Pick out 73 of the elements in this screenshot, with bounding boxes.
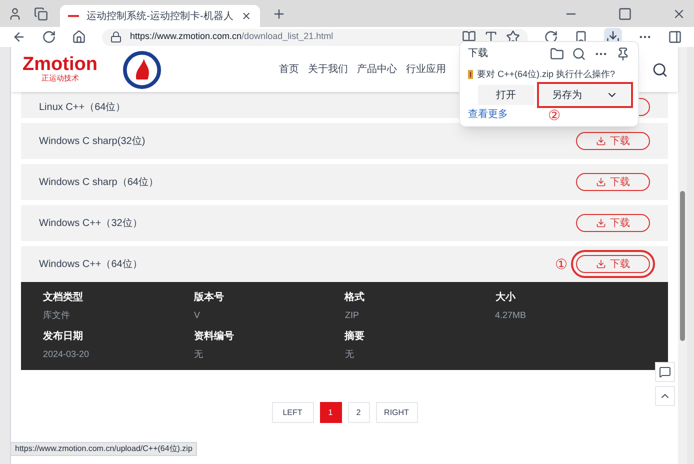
maximize-icon[interactable] bbox=[618, 6, 632, 20]
download-row[interactable]: Windows C sharp(32位) 下载 bbox=[21, 123, 668, 159]
detail-value: 2024-03-20 bbox=[43, 348, 90, 362]
download-row-expanded[interactable]: Windows C++（64位） ① 下载 bbox=[21, 246, 668, 282]
home-icon[interactable] bbox=[72, 30, 86, 44]
new-tab-icon[interactable] bbox=[272, 6, 286, 20]
detail-label: 发布日期 bbox=[43, 330, 84, 344]
download-row[interactable]: Windows C++（32位） 下载 bbox=[21, 205, 668, 241]
reader-icon[interactable] bbox=[462, 30, 476, 44]
search-icon[interactable] bbox=[572, 46, 586, 60]
page-button[interactable]: RIGHT bbox=[376, 402, 418, 423]
detail-value: 4.27MB bbox=[495, 310, 528, 322]
close-icon[interactable] bbox=[241, 10, 252, 22]
file-name: Linux C++（64位） bbox=[39, 100, 126, 114]
page-button[interactable]: 1 bbox=[320, 402, 342, 423]
open-button[interactable]: 打开 bbox=[478, 85, 534, 105]
file-name: Windows C++（64位） bbox=[39, 258, 142, 272]
detail-label: 格式 bbox=[344, 290, 366, 305]
nav-link[interactable]: 首页 bbox=[279, 62, 299, 77]
popup-title: 下载 bbox=[468, 46, 489, 61]
download-button[interactable]: 下载 bbox=[576, 214, 650, 232]
refresh-icon[interactable] bbox=[42, 30, 56, 44]
file-name: Windows C++（32位） bbox=[39, 216, 142, 230]
pin-icon[interactable] bbox=[616, 46, 630, 60]
nav-link[interactable]: 产品中心 bbox=[357, 62, 397, 77]
detail-value: 库文件 bbox=[43, 310, 71, 322]
page-button[interactable]: LEFT bbox=[272, 402, 314, 423]
nav-link[interactable]: 行业应用 bbox=[406, 62, 446, 77]
back-to-top-button[interactable] bbox=[655, 386, 675, 406]
status-url: https://www.zmotion.com.cn/upload/C++(64位).zip bbox=[10, 442, 198, 456]
detail-label: 文档类型 bbox=[43, 290, 84, 305]
detail-value: 无 bbox=[344, 348, 355, 362]
sync-icon[interactable] bbox=[544, 30, 558, 44]
chat-button[interactable] bbox=[655, 362, 675, 382]
detail-label: 摘要 bbox=[344, 329, 366, 344]
download-icon bbox=[596, 218, 606, 228]
archive-icon bbox=[468, 70, 473, 79]
profile-icon[interactable] bbox=[8, 6, 22, 20]
detail-value: ZIP bbox=[344, 310, 360, 322]
download-button[interactable]: 下载 bbox=[576, 173, 650, 191]
url-text: https://www.zmotion.com.cn/download_list_21.html bbox=[130, 30, 334, 44]
workspaces-icon[interactable] bbox=[34, 6, 48, 20]
emblem-icon bbox=[123, 50, 161, 88]
file-name: Windows C sharp(32位) bbox=[39, 134, 146, 148]
sidebar-icon[interactable] bbox=[668, 30, 682, 44]
scrollbar[interactable] bbox=[678, 47, 687, 464]
lock-icon bbox=[110, 31, 122, 43]
browser-tab[interactable]: 运动控制系统-运动控制卡-机器人 bbox=[60, 5, 260, 27]
page-button[interactable]: 2 bbox=[348, 402, 370, 423]
logo-text: Zmotion bbox=[22, 55, 98, 74]
tab-title: 运动控制系统-运动控制卡-机器人 bbox=[86, 10, 234, 24]
nav-link[interactable]: 关于我们 bbox=[308, 62, 348, 77]
favorite-icon[interactable] bbox=[506, 30, 520, 44]
back-icon[interactable] bbox=[12, 30, 26, 44]
detail-label: 资料编号 bbox=[194, 330, 235, 344]
chat-icon bbox=[659, 366, 671, 378]
detail-value: V bbox=[194, 310, 201, 322]
folder-icon[interactable] bbox=[550, 46, 564, 60]
detail-label: 大小 bbox=[495, 290, 516, 305]
download-row[interactable]: Windows C sharp（64位） 下载 bbox=[21, 164, 668, 200]
address-bar[interactable]: https://www.zmotion.com.cn/download_list_21.html bbox=[102, 28, 528, 46]
file-name: Windows C sharp（64位） bbox=[39, 176, 158, 190]
download-icon bbox=[596, 177, 606, 187]
search-icon[interactable] bbox=[652, 62, 668, 78]
download-prompt: 要对 C++(64位).zip 执行什么操作? bbox=[476, 68, 615, 82]
favorites-icon[interactable] bbox=[574, 30, 588, 44]
detail-label: 版本号 bbox=[194, 290, 225, 305]
detail-value: 无 bbox=[194, 348, 204, 362]
save-as-button[interactable]: 另存为 bbox=[540, 85, 630, 105]
download-button[interactable]: 下载 bbox=[576, 132, 650, 150]
download-icon bbox=[596, 259, 606, 269]
download-icon bbox=[596, 136, 606, 146]
callout-number: ① bbox=[555, 254, 568, 274]
